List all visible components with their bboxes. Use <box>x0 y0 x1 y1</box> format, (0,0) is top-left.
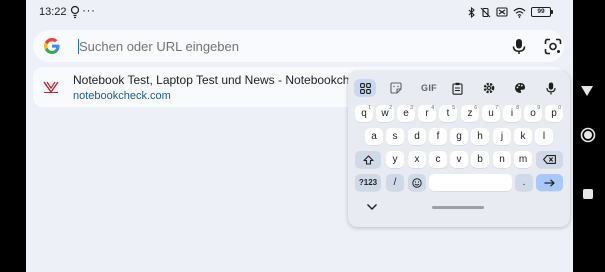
phone-screen: 13:22 ··· 99 Suchen oder URL eingeben No… <box>26 0 573 272</box>
lightbulb-icon <box>70 5 80 19</box>
wifi-icon <box>513 7 526 18</box>
key-d[interactable]: d <box>408 128 426 145</box>
gif-label: GIF <box>421 83 437 93</box>
emoji-icon <box>412 177 422 188</box>
key-z[interactable]: z6 <box>461 105 479 122</box>
vibrate-off-icon <box>480 7 491 17</box>
backspace-icon <box>543 155 556 164</box>
floating-keyboard: GIF q 1 w 2 e 3 r 4 t 5 z 6 u 7 i 8 o 9 … <box>348 71 570 227</box>
key-v[interactable]: v <box>450 151 468 168</box>
bluetooth-icon <box>468 6 475 18</box>
no-sim-icon <box>496 7 508 17</box>
google-lens-icon[interactable] <box>544 38 562 55</box>
notebookcheck-favicon <box>43 81 59 94</box>
symbols-key[interactable]: ?123 <box>355 174 381 191</box>
suggestion-title: Notebook Test, Laptop Test und News - No… <box>73 73 395 87</box>
gif-button[interactable]: GIF <box>418 80 440 96</box>
battery-icon: 99 <box>531 7 553 17</box>
status-bar: 13:22 ··· 99 <box>26 0 573 26</box>
palette-icon[interactable] <box>511 80 529 96</box>
mic-icon[interactable] <box>511 38 527 55</box>
slash-key[interactable]: / <box>386 174 404 191</box>
key-w[interactable]: w2 <box>376 105 394 122</box>
key-j[interactable]: j <box>493 128 511 145</box>
key-y[interactable]: y <box>386 151 404 168</box>
status-right-icons: 99 <box>468 5 553 19</box>
period-key[interactable]: . <box>515 174 533 191</box>
key-k[interactable]: k <box>514 128 532 145</box>
key-g[interactable]: g <box>450 128 468 145</box>
key-e[interactable]: e3 <box>397 105 415 122</box>
key-h[interactable]: h <box>471 128 489 145</box>
enter-key[interactable] <box>536 174 563 191</box>
key-o[interactable]: o9 <box>524 105 542 122</box>
chevron-down-icon[interactable] <box>366 203 378 211</box>
recents-icon[interactable] <box>583 189 593 199</box>
search-input[interactable] <box>79 39 499 54</box>
google-logo <box>44 38 60 54</box>
enter-arrow-icon <box>544 178 555 187</box>
key-s[interactable]: s <box>386 128 404 145</box>
key-l[interactable]: l <box>535 128 553 145</box>
backspace-key[interactable] <box>536 151 563 168</box>
status-time: 13:22 <box>39 6 67 18</box>
shift-icon <box>362 154 374 165</box>
clipboard-icon[interactable] <box>448 80 466 96</box>
settings-icon[interactable] <box>480 80 498 96</box>
suggestion-url: notebookcheck.com <box>73 90 171 102</box>
key-p[interactable]: p0 <box>545 105 563 122</box>
key-i[interactable]: i8 <box>503 105 521 122</box>
key-r[interactable]: r4 <box>418 105 436 122</box>
back-icon[interactable] <box>580 85 594 97</box>
key-c[interactable]: c <box>429 151 447 168</box>
key-u[interactable]: u7 <box>482 105 500 122</box>
key-b[interactable]: b <box>471 151 489 168</box>
key-q[interactable]: q1 <box>355 105 373 122</box>
key-n[interactable]: n <box>493 151 511 168</box>
home-icon[interactable] <box>580 127 596 143</box>
key-m[interactable]: m <box>514 151 532 168</box>
key-x[interactable]: x <box>408 151 426 168</box>
sticker-icon[interactable] <box>387 80 405 96</box>
keyboard-mic-icon[interactable] <box>542 80 560 96</box>
key-f[interactable]: f <box>429 128 447 145</box>
emoji-key[interactable] <box>408 174 426 191</box>
key-t[interactable]: t5 <box>439 105 457 122</box>
space-key[interactable] <box>429 174 512 191</box>
apps-grid-icon[interactable] <box>354 79 376 97</box>
keyboard-drag-handle[interactable] <box>432 206 484 209</box>
keyboard-toolbar: GIF <box>348 71 570 105</box>
key-a[interactable]: a <box>365 128 383 145</box>
more-notifications-indicator: ··· <box>82 3 96 17</box>
search-bar[interactable] <box>33 30 564 62</box>
shift-key[interactable] <box>355 151 381 168</box>
